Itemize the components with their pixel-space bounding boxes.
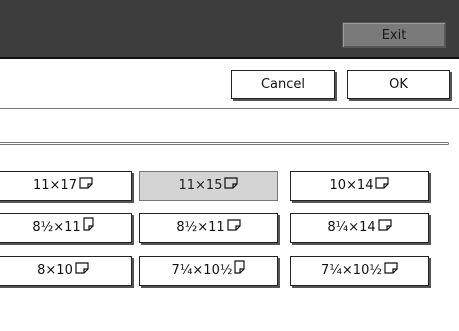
cancel-button[interactable]: Cancel (231, 70, 335, 99)
paper-size-8half-x11-portrait-button[interactable]: 8½×11 (0, 213, 132, 243)
paper-size-label: 8½×11 (176, 220, 225, 235)
header-bar: Exit (0, 0, 459, 59)
paper-size-8x10-button[interactable]: 8×10 (0, 256, 132, 286)
landscape-paper-icon (227, 214, 241, 242)
paper-size-label: 8×10 (37, 263, 73, 278)
landscape-paper-icon (224, 172, 239, 200)
paper-size-label: 11×15 (178, 178, 223, 193)
paper-size-label: 10×14 (329, 178, 374, 193)
paper-size-label: 11×17 (33, 178, 77, 193)
paper-size-label: 7¼×10½ (171, 263, 233, 278)
landscape-paper-icon (375, 172, 390, 200)
landscape-paper-icon (378, 214, 392, 242)
paper-size-label: 8½×11 (32, 220, 81, 235)
paper-size-11x17-button[interactable]: 11×17 (0, 171, 132, 201)
ok-label: OK (389, 77, 408, 92)
landscape-paper-icon (384, 257, 398, 285)
ok-button[interactable]: OK (347, 70, 450, 99)
paper-size-8quarter-x14-button[interactable]: 8¼×14 (290, 213, 429, 243)
paper-size-11x15-button[interactable]: 11×15 (139, 171, 278, 201)
exit-button[interactable]: Exit (342, 22, 446, 48)
portrait-paper-icon (83, 214, 94, 242)
paper-size-8half-x11-landscape-button[interactable]: 8½×11 (139, 213, 278, 243)
paper-size-7quarter-x10half-portrait-button[interactable]: 7¼×10½ (139, 256, 278, 286)
landscape-paper-icon (79, 172, 93, 200)
scroll-bar[interactable] (0, 142, 449, 145)
cancel-label: Cancel (260, 77, 306, 92)
paper-size-label: 7¼×10½ (321, 263, 382, 278)
portrait-paper-icon (234, 257, 246, 285)
divider (0, 108, 459, 109)
paper-size-7quarter-x10half-landscape-button[interactable]: 7¼×10½ (290, 256, 429, 286)
landscape-paper-icon (75, 257, 89, 285)
paper-size-label: 8¼×14 (327, 220, 376, 235)
paper-size-10x14-button[interactable]: 10×14 (290, 171, 429, 201)
